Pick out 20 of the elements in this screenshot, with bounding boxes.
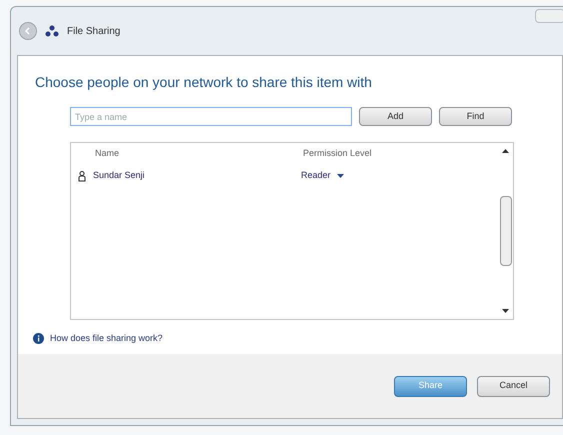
window-title: File Sharing [67,24,120,38]
dialog-button[interactable]: Add [359,107,432,126]
permission-dropdown[interactable]: Reader [301,169,344,183]
person-icon [78,170,86,182]
heading: Choose people on your network to share this item with [35,73,373,92]
back-button[interactable] [19,22,37,40]
user-name: Sundar Senji [93,169,146,182]
scroll-down-icon [502,309,509,313]
scroll-up-icon [502,149,509,153]
dialog-button[interactable]: Cancel [477,376,550,396]
network-icon [45,25,59,37]
name-input-field[interactable]: Type a name [70,107,352,126]
scroll-thumb[interactable] [500,196,512,266]
help-link[interactable]: How does file sharing work? [50,332,163,346]
column-header[interactable]: Permission Level [303,147,372,161]
caret-icon [336,174,344,178]
info-icon [33,333,44,344]
column-header[interactable]: Name [95,147,303,161]
dialog-button[interactable]: Find [439,107,512,126]
close-button[interactable] [535,9,563,23]
